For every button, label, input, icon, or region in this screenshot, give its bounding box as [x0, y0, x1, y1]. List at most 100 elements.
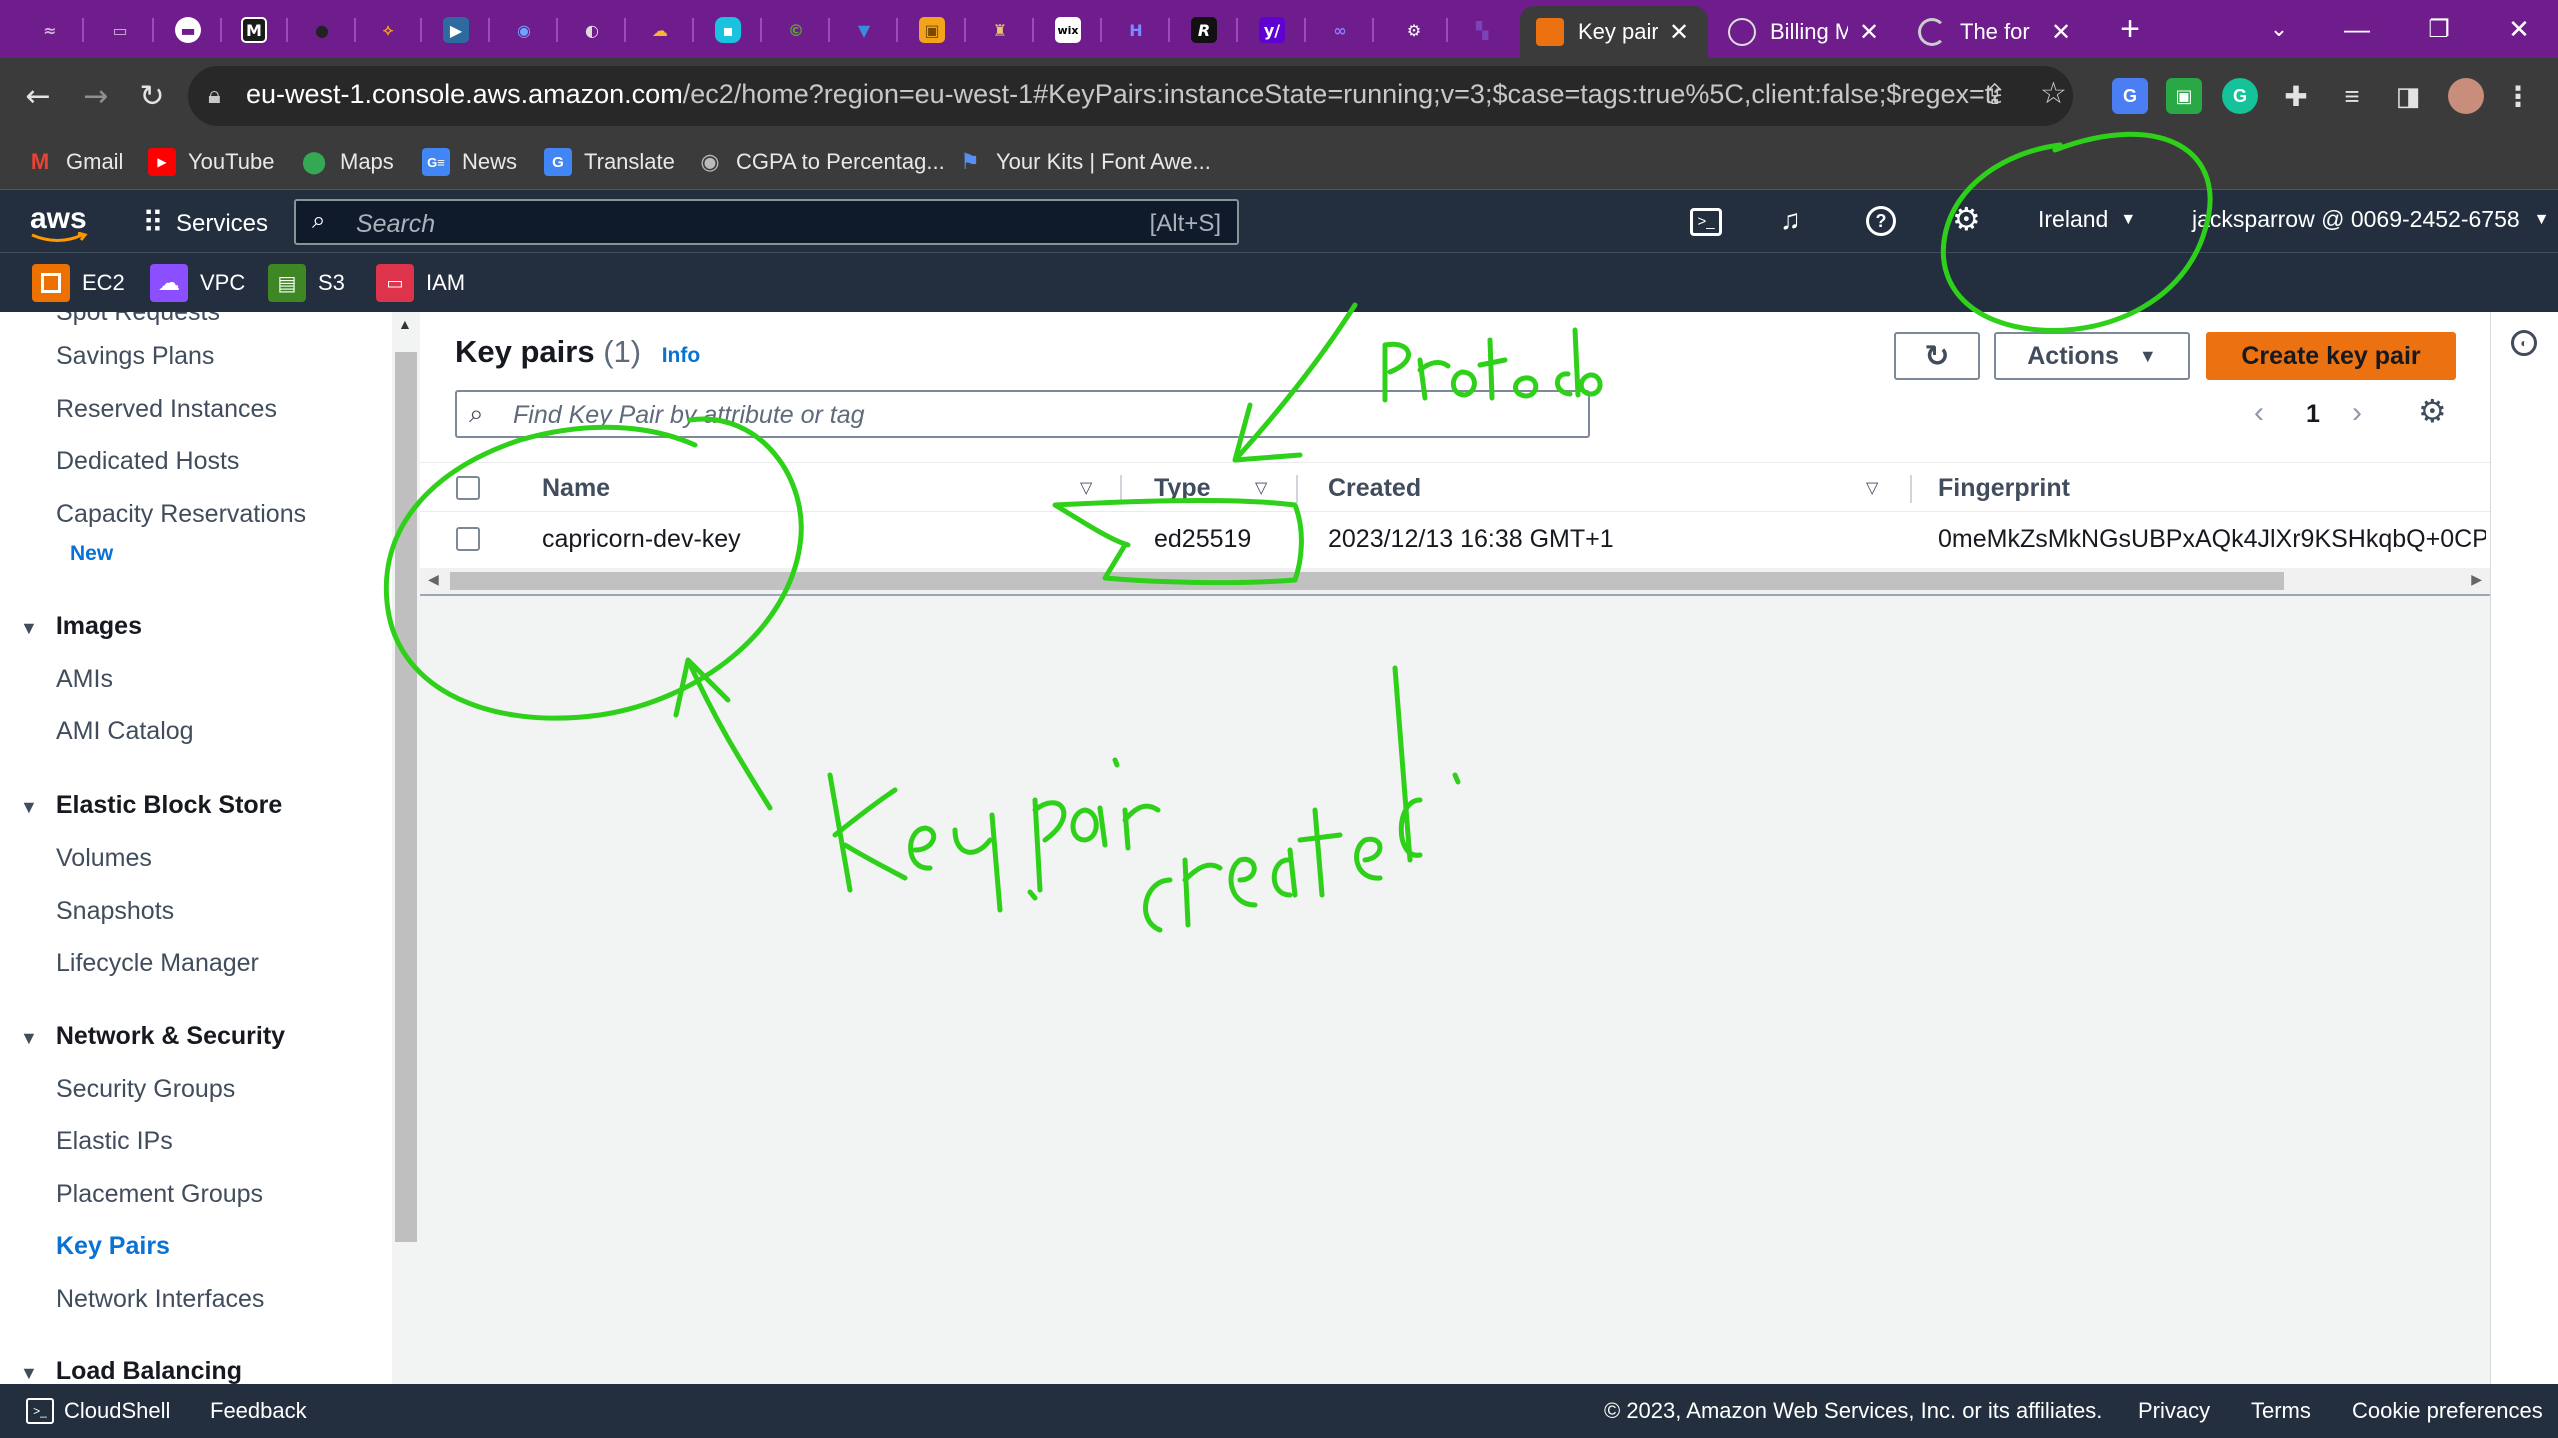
sidebar-item-security-groups[interactable]: Security Groups [56, 1075, 235, 1104]
minimize-button[interactable]: — [2318, 0, 2396, 58]
bookmark-youtube[interactable]: ▶ YouTube [148, 144, 274, 180]
sidebar-item-dedicated-hosts[interactable]: Dedicated Hosts [56, 447, 239, 476]
pinned-tab-mail-icon[interactable]: ▬ [160, 10, 216, 50]
android-ext-icon[interactable]: ▣ [2166, 78, 2202, 114]
actions-dropdown[interactable]: Actions ▼ [1994, 332, 2190, 380]
info-link[interactable]: Info [662, 344, 700, 367]
sidebar-section-images[interactable]: ▼ Images [20, 612, 142, 641]
pinned-tab-infinity-icon[interactable]: ∞ [1312, 10, 1368, 50]
back-arrow-icon[interactable]: ← [14, 72, 62, 120]
pinned-tab-play-icon[interactable]: ▶ [428, 10, 484, 50]
pinned-tab-cloud-icon[interactable]: ☁ [632, 10, 688, 50]
settings-gear-icon[interactable]: ⚙ [1952, 200, 1981, 238]
bookmark-font-awesome[interactable]: ⚑ Your Kits | Font Awe... [956, 144, 1211, 180]
current-page[interactable]: 1 [2306, 400, 2320, 429]
sidebar-item-amis[interactable]: AMIs [56, 665, 113, 694]
select-all-checkbox[interactable] [456, 463, 480, 513]
create-key-pair-button[interactable]: Create key pair [2206, 332, 2456, 380]
pinned-tab-robot-icon[interactable]: ♜ [972, 10, 1028, 50]
grammarly-ext-icon[interactable]: G [2222, 78, 2258, 114]
sidebar-item-network-interfaces[interactable]: Network Interfaces [56, 1285, 264, 1314]
profile-avatar[interactable] [2448, 78, 2484, 114]
tab-billing[interactable]: Billing M ✕ [1712, 6, 1898, 58]
pinned-tab-openai-icon[interactable]: ⚙ [1386, 10, 1442, 50]
side-panel-icon[interactable]: ◨ [2390, 78, 2426, 114]
bookmark-gmail[interactable]: M Gmail [26, 144, 124, 180]
column-header-type[interactable]: Type [1154, 463, 1211, 513]
column-divider[interactable] [1120, 475, 1122, 503]
extensions-puzzle-icon[interactable]: ✚ [2278, 78, 2314, 114]
services-menu[interactable]: ⠿ Services [142, 206, 268, 241]
tab-key-pairs[interactable]: Key pair ✕ [1520, 6, 1708, 58]
tab-the-for[interactable]: The for ✕ [1902, 6, 2090, 58]
sidebar-item-key-pairs[interactable]: Key Pairs [56, 1232, 170, 1261]
sidebar-item-reserved-instances[interactable]: Reserved Instances [56, 395, 277, 424]
pinned-tab-h-icon[interactable]: H [1108, 10, 1164, 50]
filter-input[interactable]: ⌕ Find Key Pair by attribute or tag [455, 390, 1590, 438]
next-page-icon[interactable]: › [2352, 396, 2362, 430]
close-tab-icon[interactable]: ✕ [1856, 18, 1882, 47]
account-menu[interactable]: jacksparrow @ 0069-2452-6758 ▼ [2192, 206, 2550, 233]
sidebar-section-ebs[interactable]: ▼ Elastic Block Store [20, 791, 282, 820]
address-bar[interactable]: 🔒︎ eu-west-1.console.aws.amazon.com/ec2/… [188, 66, 2073, 126]
sidebar-item-elastic-ips[interactable]: Elastic IPs [56, 1127, 173, 1156]
pinned-tab-favicon-icon[interactable]: ≈ [22, 10, 78, 50]
forward-arrow-icon[interactable]: → [72, 72, 120, 120]
pinned-tab-eye-icon[interactable]: ◉ [496, 10, 552, 50]
pinned-tab-scala-icon[interactable]: ⟡ [360, 10, 416, 50]
sidebar-item-volumes[interactable]: Volumes [56, 844, 152, 873]
pinned-tab-c-icon[interactable]: © [768, 10, 824, 50]
column-header-created[interactable]: Created [1328, 463, 1421, 513]
bookmark-cgpa[interactable]: ◉ CGPA to Percentag... [696, 144, 944, 180]
sidebar-item-capacity-reservations[interactable]: Capacity Reservations [56, 500, 306, 529]
bookmark-star-icon[interactable]: ☆ [2040, 76, 2067, 111]
refresh-button[interactable]: ↻ [1894, 332, 1980, 380]
close-window-button[interactable]: ✕ [2480, 0, 2558, 58]
restore-button[interactable]: ❐ [2400, 0, 2478, 58]
aws-search-input[interactable]: ⌕ Search [Alt+S] [294, 199, 1239, 245]
pinned-tab-terraform-icon[interactable]: ▚ [1454, 10, 1510, 50]
terms-link[interactable]: Terms [2251, 1398, 2311, 1424]
pinned-tab-globe-icon[interactable]: ◐ [564, 10, 620, 50]
pinned-tab-r-icon[interactable]: R [1176, 10, 1232, 50]
pinned-tab-box-icon[interactable]: ▣ [904, 10, 960, 50]
column-header-name[interactable]: Name [542, 463, 610, 513]
tab-search-icon[interactable]: ⌄ [2240, 0, 2318, 58]
share-icon[interactable]: ⇪ [1983, 78, 2006, 111]
close-tab-icon[interactable]: ✕ [2048, 18, 2074, 47]
column-header-fingerprint[interactable]: Fingerprint [1938, 463, 2070, 513]
scroll-right-arrow-icon[interactable]: ▶ [2471, 571, 2482, 588]
help-panel-icon[interactable]: ◐ [2511, 330, 2537, 356]
sidebar-scrollbar[interactable]: ▲ [392, 312, 420, 1384]
bookmark-news[interactable]: G≡ News [422, 144, 517, 180]
sidebar-item-ami-catalog[interactable]: AMI Catalog [56, 717, 194, 746]
privacy-link[interactable]: Privacy [2138, 1398, 2210, 1424]
sidebar-item-lifecycle-manager[interactable]: Lifecycle Manager [56, 949, 259, 978]
bookmark-maps[interactable]: ⬤ Maps [300, 144, 394, 180]
column-divider[interactable] [1296, 475, 1298, 503]
sidebar-section-load-balancing[interactable]: ▼ Load Balancing [20, 1357, 242, 1384]
sidebar-item-spot-requests[interactable]: Spot Requests [56, 312, 220, 327]
notifications-bell-icon[interactable]: ♫ [1780, 204, 1801, 236]
sort-caret-icon[interactable]: ▽ [1080, 463, 1092, 513]
reload-icon[interactable]: ↻ [128, 72, 176, 120]
cloudshell-icon[interactable]: >_ [1690, 208, 1722, 236]
pinned-tab-folder-icon[interactable]: ▭ [92, 10, 148, 50]
pinned-tab-dark-icon[interactable]: ● [294, 10, 350, 50]
new-tab-button[interactable]: + [2110, 8, 2150, 50]
aws-logo[interactable]: aws [30, 202, 88, 244]
pinned-tab-m-icon[interactable]: M [226, 10, 282, 50]
favorite-s3[interactable]: ▤ S3 [268, 264, 345, 302]
table-row[interactable]: capricorn-dev-key ed25519 2023/12/13 16:… [420, 512, 2490, 566]
media-queue-icon[interactable]: ≡ [2334, 78, 2370, 114]
favorite-vpc[interactable]: ☁ VPC [150, 264, 245, 302]
sidebar-item-placement-groups[interactable]: Placement Groups [56, 1180, 263, 1209]
scroll-left-arrow-icon[interactable]: ◀ [428, 571, 439, 588]
sort-caret-icon[interactable]: ▽ [1866, 463, 1878, 513]
pinned-tab-yahoo-icon[interactable]: y/ [1244, 10, 1300, 50]
google-translate-ext-icon[interactable]: G [2112, 78, 2148, 114]
sort-caret-icon[interactable]: ▽ [1255, 463, 1267, 513]
close-tab-icon[interactable]: ✕ [1666, 18, 1692, 47]
feedback-link[interactable]: Feedback [210, 1398, 307, 1424]
bookmark-translate[interactable]: G Translate [544, 144, 675, 180]
